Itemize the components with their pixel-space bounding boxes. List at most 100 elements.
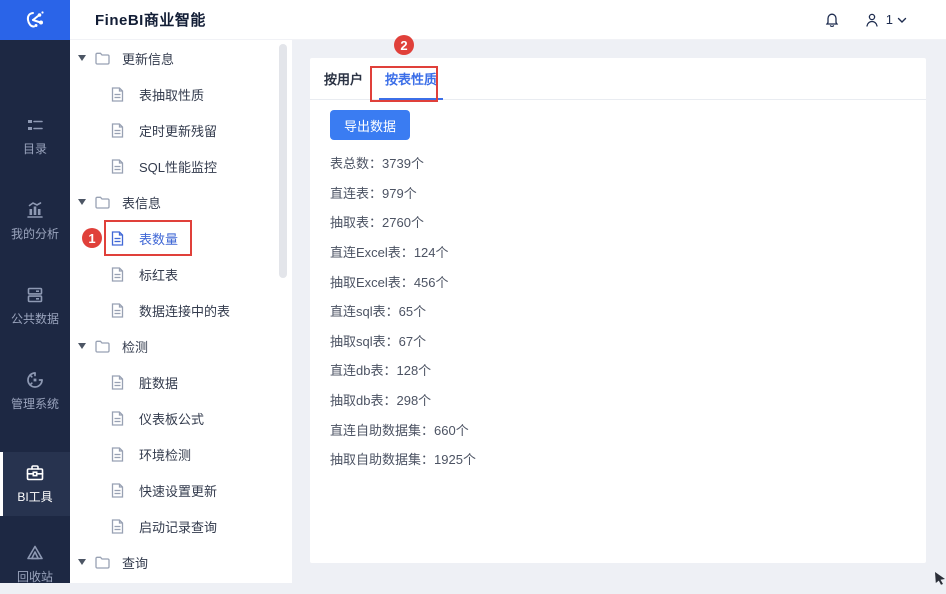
- sidebar-item-label: 回收站: [16, 570, 53, 584]
- stat-direct-excel-tables: 直连Excel表： 124个: [330, 237, 476, 267]
- user-icon: [866, 13, 878, 27]
- stat-value: 1925个: [434, 452, 476, 468]
- document-icon: [111, 158, 124, 174]
- tab-by-table-nature[interactable]: 按表性质: [379, 58, 444, 100]
- tree-item-red-marked-tables[interactable]: 标红表: [70, 256, 292, 292]
- stat-extract-tables: 抽取表： 2760个: [330, 207, 476, 237]
- sidebar-item-recycle-bin[interactable]: 回收站: [0, 534, 70, 594]
- tree-item-label: 定时更新残留: [139, 123, 218, 139]
- public-data-icon: [27, 287, 43, 303]
- content-card: 按用户 按表性质 导出数据 表总数： 3739个 直连表： 979个 抽取表： 276…: [310, 58, 926, 563]
- document-icon: [111, 302, 124, 318]
- document-icon: [111, 374, 124, 390]
- tree-item-quick-setting-update[interactable]: 快速设置更新: [70, 472, 292, 508]
- tree-item-table-extract-nature[interactable]: 表抽取性质: [70, 76, 292, 112]
- tab-label: 按表性质: [385, 72, 438, 87]
- export-data-button[interactable]: 导出数据: [330, 110, 410, 140]
- stat-extract-self-service-datasets: 抽取自助数据集： 1925个: [330, 444, 476, 474]
- account-menu[interactable]: 1: [863, 11, 908, 29]
- tree-item-label: 环境检测: [139, 447, 192, 463]
- tree-item-label: 仪表板公式: [139, 411, 205, 427]
- tree-item-environment-check[interactable]: 环境检测: [70, 436, 292, 472]
- tree-item-startup-record-query[interactable]: 启动记录查询: [70, 508, 292, 544]
- stat-direct-sql-tables: 直连sql表： 65个: [330, 296, 476, 326]
- app-title: FineBI商业智能: [95, 12, 206, 29]
- tool-tree-panel: 更新信息 表抽取性质 定时更新残留 SQL性能监控 表信息 表数量 标红表 数据…: [70, 40, 292, 583]
- tree-item-dashboard-formula[interactable]: 仪表板公式: [70, 400, 292, 436]
- stat-extract-excel-tables: 抽取Excel表： 456个: [330, 266, 476, 296]
- tree-item-sql-performance-monitor[interactable]: SQL性能监控: [70, 148, 292, 184]
- recycle-bin-icon: [27, 545, 43, 560]
- tab-label: 按用户: [324, 72, 364, 87]
- tree-item-label: SQL性能监控: [139, 159, 218, 175]
- collapse-arrow-icon[interactable]: [78, 55, 86, 61]
- collapse-arrow-icon[interactable]: [78, 343, 86, 349]
- finebi-logo-icon: [26, 11, 44, 28]
- chevron-down-icon: [897, 17, 907, 23]
- sidebar-item-admin-system[interactable]: 管理系统: [0, 361, 70, 421]
- my-analysis-icon: [27, 202, 43, 218]
- notification-bell-icon[interactable]: [823, 11, 841, 29]
- folder-icon: [95, 556, 110, 569]
- tree-item-table-count[interactable]: 表数量: [70, 220, 292, 256]
- stat-direct-tables: 直连表： 979个: [330, 178, 476, 208]
- sidebar-item-label: BI工具: [17, 490, 53, 504]
- tree-item-label: 检测: [122, 339, 149, 355]
- tree-item-label: 表信息: [122, 195, 162, 211]
- tree-item-scheduled-update-residue[interactable]: 定时更新残留: [70, 112, 292, 148]
- stat-value: 298个: [396, 393, 432, 409]
- collapse-arrow-icon[interactable]: [78, 559, 86, 565]
- folder-icon: [95, 196, 110, 209]
- stat-value: 128个: [396, 363, 432, 379]
- tree-item-label: 脏数据: [139, 375, 179, 391]
- account-count: 1: [885, 12, 893, 27]
- sidebar-item-my-analysis[interactable]: 我的分析: [0, 191, 70, 251]
- tree-item-label: 更新信息: [122, 51, 175, 67]
- sidebar-item-label: 我的分析: [10, 227, 59, 241]
- finebi-app: FineBI商业智能 1 目录 我的分析 公共数据 管理系统 BI工具 回收站 …: [0, 0, 946, 585]
- tree-item-label: 表数量: [139, 231, 179, 247]
- stat-value: 979个: [382, 185, 417, 201]
- tree-item-dirty-data[interactable]: 脏数据: [70, 364, 292, 400]
- finebi-logo[interactable]: [0, 0, 70, 40]
- table-stats-list: 表总数： 3739个 直连表： 979个 抽取表： 2760个 直连Excel表： 12…: [330, 148, 476, 474]
- stat-value: 67个: [398, 333, 427, 349]
- stat-total-tables: 表总数： 3739个: [330, 148, 476, 178]
- document-icon: [111, 230, 124, 246]
- sidebar-item-bi-tools[interactable]: BI工具: [0, 452, 70, 516]
- top-header: FineBI商业智能 1: [70, 0, 946, 40]
- tab-bar: 按用户 按表性质: [310, 58, 926, 100]
- main-sidebar: 目录 我的分析 公共数据 管理系统 BI工具 回收站: [0, 40, 70, 584]
- tree-folder-table-info[interactable]: 表信息: [70, 184, 292, 220]
- stat-direct-self-service-datasets: 直连自助数据集： 660个: [330, 414, 476, 444]
- collapse-arrow-icon[interactable]: [78, 199, 86, 205]
- sidebar-item-public-data[interactable]: 公共数据: [0, 276, 70, 336]
- tree-item-label: 启动记录查询: [139, 519, 218, 535]
- tree-item-label: 数据连接中的表: [139, 303, 231, 319]
- document-icon: [111, 482, 124, 498]
- stat-direct-db-tables: 直连db表： 128个: [330, 355, 476, 385]
- header-actions: 1: [823, 11, 946, 29]
- document-icon: [111, 446, 124, 462]
- sidebar-item-label: 公共数据: [10, 312, 59, 326]
- tree-folder-detection[interactable]: 检测: [70, 328, 292, 364]
- stat-value: 660个: [434, 422, 469, 438]
- document-icon: [111, 266, 124, 282]
- catalog-icon: [28, 120, 43, 130]
- stat-value: 3739个: [382, 156, 424, 172]
- stat-extract-db-tables: 抽取db表： 298个: [330, 385, 476, 415]
- document-icon: [111, 518, 124, 534]
- tree-item-label: 表抽取性质: [139, 87, 205, 103]
- sidebar-item-label: 管理系统: [10, 397, 59, 411]
- tree-folder-update-info[interactable]: 更新信息: [70, 40, 292, 76]
- tree-item-label: 查询: [122, 555, 149, 571]
- main-content: 按用户 按表性质 导出数据 表总数： 3739个 直连表： 979个 抽取表： 276…: [292, 40, 946, 583]
- tree-scrollbar[interactable]: [279, 44, 287, 278]
- tree-folder-query[interactable]: 查询: [70, 544, 292, 580]
- tab-by-user[interactable]: 按用户: [318, 58, 369, 99]
- document-icon: [111, 410, 124, 426]
- tree-item-tables-in-data-connection[interactable]: 数据连接中的表: [70, 292, 292, 328]
- sidebar-item-catalog[interactable]: 目录: [0, 106, 70, 166]
- stat-extract-sql-tables: 抽取sql表： 67个: [330, 326, 476, 356]
- admin-system-icon: [27, 372, 43, 388]
